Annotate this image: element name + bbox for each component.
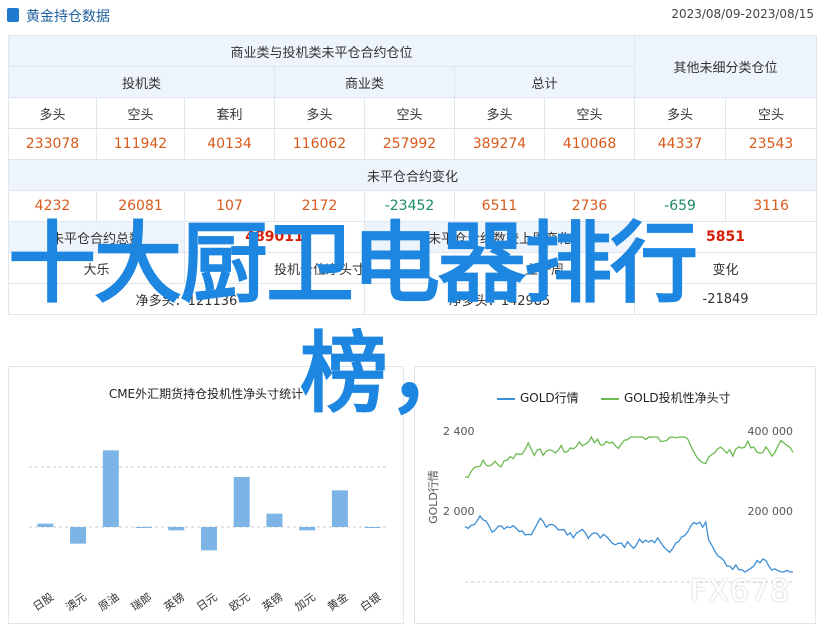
- bar-7: [266, 513, 283, 527]
- legend-gold-net[interactable]: GOLD投机性净头寸: [601, 389, 731, 406]
- value-cell: 233078: [8, 128, 97, 160]
- value-cell: 40134: [184, 128, 275, 160]
- change-header: 未平仓合约变化: [7, 159, 818, 191]
- bar-9: [331, 490, 348, 527]
- value-cell: 111942: [96, 128, 185, 160]
- y-tick-left: 2 400: [443, 425, 475, 438]
- change-cell: -659: [634, 190, 727, 222]
- y-axis-label: GOLD行情: [427, 470, 440, 524]
- category-label: 原油: [95, 590, 121, 614]
- col-label: 多头: [274, 97, 365, 129]
- watermark-logo: FX678: [690, 574, 791, 609]
- category-label: 欧元: [227, 590, 252, 613]
- y-tick-right: 200 000: [748, 505, 794, 518]
- spec-net-label: 投机仓位净头寸: [184, 252, 455, 284]
- legend-line-icon: [601, 397, 619, 400]
- category-label: 黄金: [325, 590, 351, 614]
- group-main-header: 商业类与投机类未平仓合约仓位: [7, 35, 636, 67]
- bar-3: [135, 527, 152, 528]
- value-cell: 44337: [634, 128, 727, 160]
- y-tick-right: 400 000: [748, 425, 794, 438]
- legend-label: GOLD投机性净头寸: [624, 391, 731, 405]
- col-label: 空头: [364, 97, 455, 129]
- col-label: 多头: [634, 97, 727, 129]
- category-label: 英镑: [161, 590, 187, 614]
- bar-4: [168, 527, 185, 531]
- category-label: 白银: [357, 590, 383, 614]
- up-label: 上一周: [453, 252, 636, 284]
- page-title: 黄金持仓数据: [26, 9, 110, 25]
- subgroup-commercial: 商业类: [274, 66, 455, 98]
- date-range: 2023/08/09-2023/08/15: [671, 7, 814, 21]
- page-header: 黄金持仓数据 2023/08/09-2023/08/15: [0, 0, 820, 30]
- legend-line-icon: [497, 397, 515, 400]
- subgroup-total: 总计: [453, 66, 636, 98]
- legend-gold-price[interactable]: GOLD行情: [497, 389, 579, 406]
- col-label: 空头: [543, 97, 636, 129]
- down-label: 变化: [634, 252, 818, 284]
- series-gold-net: [464, 435, 794, 479]
- bar-5: [201, 527, 217, 551]
- change-cell: 26081: [96, 190, 185, 222]
- compare-label: 未平仓合约数较上周变化: [363, 221, 636, 253]
- category-label: 加元: [292, 590, 317, 613]
- col-label: 多头: [454, 97, 545, 129]
- change-cell: 2172: [274, 190, 365, 222]
- category-label: 日股: [31, 590, 56, 613]
- category-label: 澳元: [63, 590, 88, 613]
- bar-10: [364, 527, 381, 528]
- change-cell: 107: [184, 190, 275, 222]
- col-label: 空头: [725, 97, 818, 129]
- net-long-current: 净多头：121136: [8, 283, 365, 315]
- change-cell: 2736: [543, 190, 636, 222]
- compare-value: 5851: [634, 221, 818, 253]
- bar-chart-svg: 日股 澳元 原油 瑞郎 英镑 日元 欧元 英镑 加元 黄金 白银: [29, 450, 389, 614]
- y-tick-left: 2 000: [443, 505, 475, 518]
- change-cell: -23452: [364, 190, 455, 222]
- value-cell: 116062: [274, 128, 365, 160]
- col-label: 空头: [96, 97, 185, 129]
- category-label: 瑞郎: [128, 590, 154, 614]
- net-change: -21849: [634, 283, 818, 315]
- value-cell: 23543: [725, 128, 818, 160]
- bar-8: [299, 527, 316, 531]
- title-marker-icon: [7, 8, 19, 22]
- subgroup-spec: 投机类: [8, 66, 275, 98]
- change-cell: 3116: [725, 190, 818, 222]
- spec-net-short: 大乐: [8, 252, 185, 284]
- col-label: 套利: [184, 97, 275, 129]
- series-gold-price: [464, 514, 793, 573]
- group-other-header: 其他未细分类仓位: [634, 35, 818, 98]
- total-label: 未平仓合约总数: [8, 221, 185, 253]
- change-cell: 4232: [8, 190, 97, 222]
- col-label: 多头: [8, 97, 97, 129]
- value-cell: 389274: [454, 128, 545, 160]
- net-long-previous: 净多头：142985: [363, 283, 636, 315]
- category-label: 日元: [194, 590, 219, 613]
- legend-label: GOLD行情: [520, 391, 579, 405]
- positions-table: 商业类与投机类未平仓合约仓位 其他未细分类仓位 投机类 商业类 总计 多头 空头…: [7, 35, 818, 315]
- bar-2: [102, 450, 119, 527]
- chart-title: CME外汇期货持仓投机性净头寸统计: [108, 387, 304, 401]
- bar-1: [70, 527, 87, 544]
- change-cell: 6511: [454, 190, 545, 222]
- value-cell: 257992: [364, 128, 455, 160]
- category-label: 英镑: [259, 590, 285, 614]
- bar-0: [37, 523, 54, 527]
- cme-net-position-chart: CME外汇期货持仓投机性净头寸统计 日股 澳元 原油 瑞郎 英镑 日元 欧元 英镑 加元 黄金 白银: [8, 366, 404, 624]
- bar-6: [233, 477, 250, 527]
- value-cell: 410068: [543, 128, 636, 160]
- total-value: 489011: [184, 221, 365, 253]
